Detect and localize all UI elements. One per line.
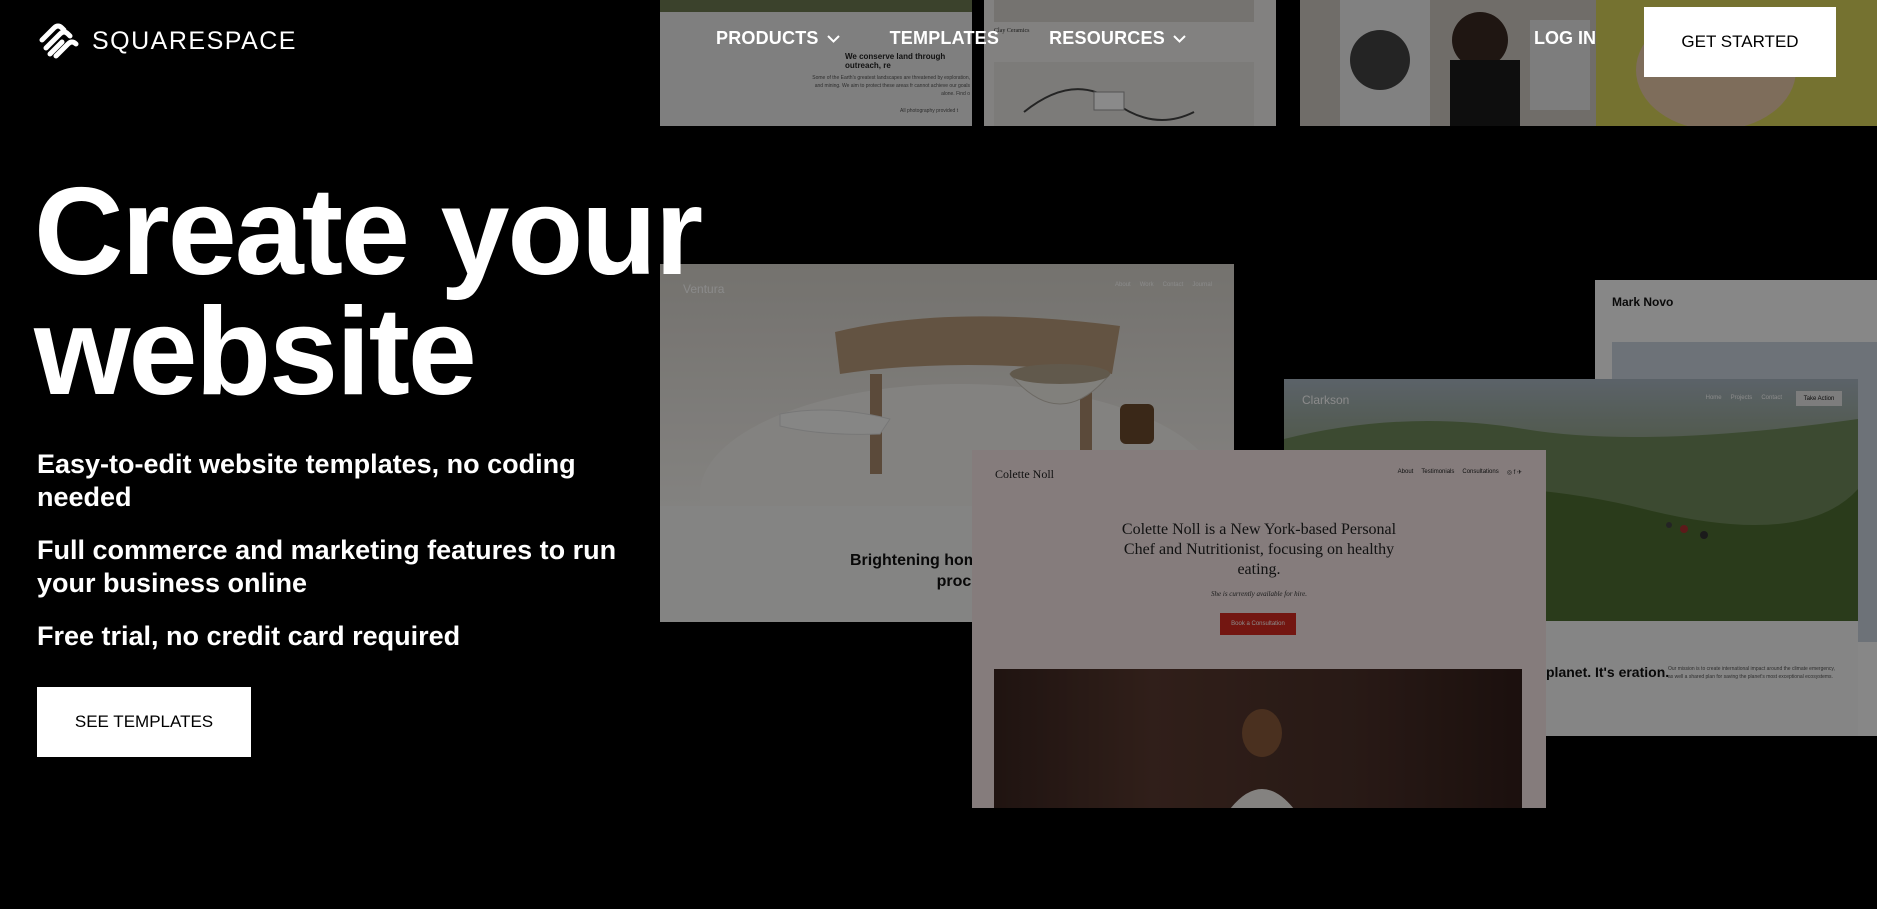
colette-subline: She is currently available for hire. (1211, 590, 1307, 598)
hero-bullets: Easy-to-edit website templates, no codin… (37, 448, 627, 673)
nav-products[interactable]: PRODUCTS (716, 28, 840, 49)
login-link[interactable]: LOG IN (1534, 28, 1596, 49)
clarkson-title: Clarkson (1302, 393, 1350, 407)
chevron-down-icon (826, 34, 840, 43)
hero-bullet: Full commerce and marketing features to … (37, 535, 617, 598)
brand-logo[interactable]: SQUARESPACE (36, 22, 297, 60)
nav-products-label: PRODUCTS (716, 28, 819, 48)
hero-bullet: Easy-to-edit website templates, no codin… (37, 449, 576, 512)
preview-photo (994, 669, 1522, 808)
hero-title: Create your website (34, 163, 794, 421)
colette-headline: Colette Noll is a New York-based Persona… (1121, 521, 1397, 578)
colette-link: About (1397, 469, 1414, 475)
nav-templates[interactable]: TEMPLATES (890, 28, 999, 49)
template-preview-colette-noll: Colette Noll About Testimonials Consulta… (972, 450, 1546, 808)
colette-nav: About Testimonials Consultations ◎ f ✈ (1398, 469, 1522, 476)
clarkson-button: Take Action (1796, 391, 1842, 406)
nav-templates-label: TEMPLATES (889, 28, 1000, 48)
hero-bullet: Free trial, no credit card required (37, 621, 461, 651)
ventura-nav: About Work Contact Journal (1115, 282, 1212, 288)
clarkson-text: planet. It's eration. (1546, 664, 1670, 680)
hero-title-line: Create your (34, 163, 703, 301)
chef-portrait-icon (1230, 709, 1294, 808)
nav-resources[interactable]: RESOURCES (1049, 28, 1186, 49)
preview-credit: All photography provided t (900, 108, 959, 114)
colette-name: Colette Noll (995, 467, 1054, 481)
colette-button: Book a Consultation (1220, 613, 1296, 635)
colette-link: Testimonials (1421, 469, 1455, 475)
site-header: SQUARESPACE PRODUCTS TEMPLATES RESOURCES… (0, 0, 1877, 80)
main-nav: PRODUCTS TEMPLATES RESOURCES (716, 28, 1236, 49)
see-templates-button[interactable]: SEE TEMPLATES (37, 687, 251, 757)
chevron-down-icon (1173, 34, 1186, 43)
clarkson-nav: Home Projects Contact (1705, 395, 1782, 401)
mark-novo-name: Mark Novo (1612, 295, 1674, 309)
squarespace-logo-icon (39, 23, 79, 59)
hero-title-line: website (34, 283, 477, 421)
nav-resources-label: RESOURCES (1049, 28, 1165, 48)
clarkson-body: Our mission is to create international i… (1668, 666, 1835, 680)
get-started-button[interactable]: GET STARTED (1644, 7, 1836, 77)
colette-link: Consultations (1462, 469, 1499, 475)
social-icons: ◎ f ✈ (1506, 470, 1522, 476)
brand-name: SQUARESPACE (92, 26, 297, 55)
